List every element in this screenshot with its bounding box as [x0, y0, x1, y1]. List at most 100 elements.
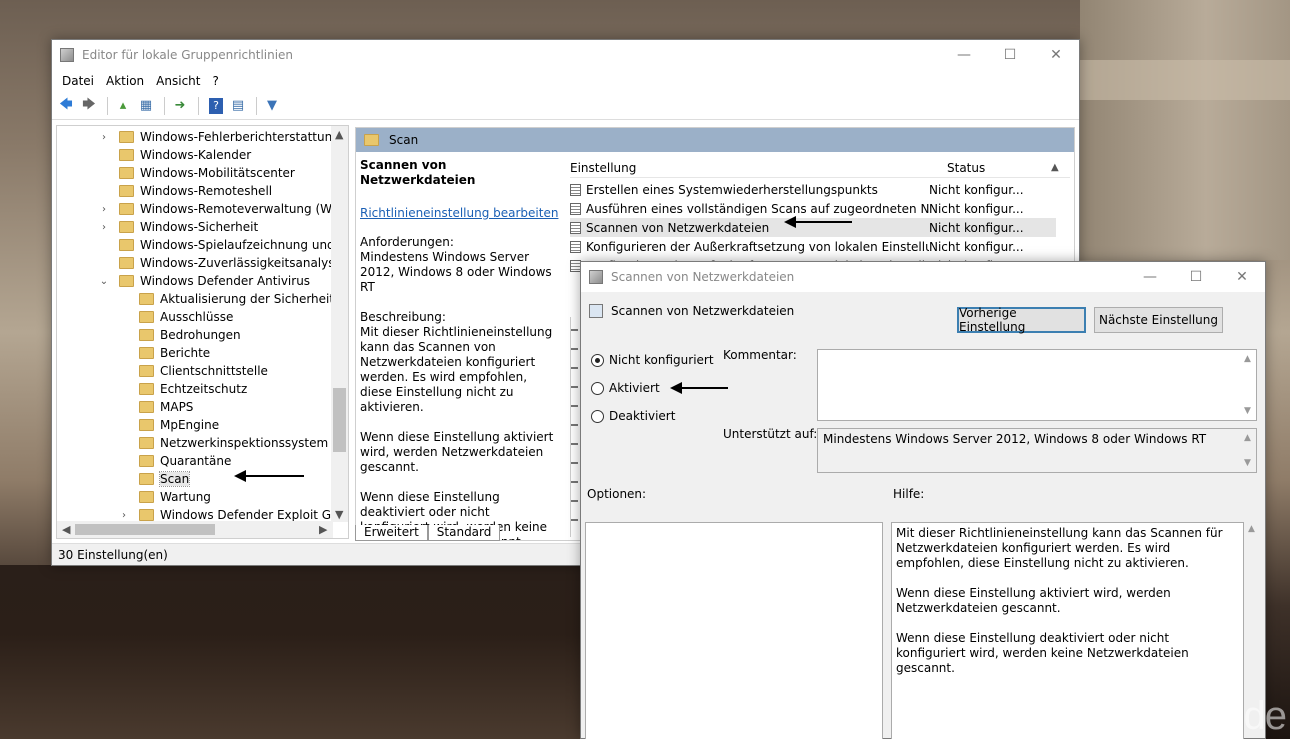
expand-chevron-icon[interactable]: › — [97, 132, 111, 143]
forward-icon[interactable]: 🡆 — [79, 96, 99, 116]
radio-dot[interactable] — [591, 409, 604, 423]
tab-erweitert[interactable]: Erweitert — [355, 525, 428, 541]
tree-horizontal-scrollbar[interactable]: ◀ ▶ — [57, 521, 333, 538]
scroll-right-icon[interactable]: ▶ — [319, 523, 327, 536]
titlebar[interactable]: Editor für lokale Gruppenrichtlinien — ☐… — [52, 40, 1079, 70]
policy-row[interactable]: Erstellen eines Systemwiederherstellungs… — [570, 180, 1056, 199]
view-tabs: Erweitert Standard — [355, 525, 501, 542]
radio-disabled[interactable]: Deaktiviert — [591, 409, 675, 423]
folder-icon — [139, 329, 154, 341]
radio-enabled[interactable]: Aktiviert — [591, 381, 660, 395]
policy-row[interactable]: Konfigurieren der Außerkraftsetzung von … — [570, 237, 1056, 256]
supported-field[interactable]: Mindestens Windows Server 2012, Windows … — [817, 428, 1257, 473]
tree-item[interactable]: Aktualisierung der Sicherheits — [139, 290, 340, 308]
watermark: Deskmodder.de — [1018, 694, 1287, 738]
tree-item[interactable]: Netzwerkinspektionssystem — [139, 434, 328, 452]
radio-dot[interactable] — [591, 381, 604, 395]
tree-item[interactable]: Windows-Kalender — [119, 146, 251, 164]
minimize-button[interactable]: — — [1127, 262, 1173, 292]
filter-icon[interactable]: ▼ — [262, 96, 282, 116]
radio-dot-selected[interactable] — [591, 353, 604, 367]
tree-item[interactable]: ⌄ Windows Defender Antivirus — [100, 272, 311, 290]
close-button[interactable]: ✕ — [1033, 40, 1079, 70]
tree-item[interactable]: Wartung — [139, 488, 211, 506]
back-icon[interactable]: 🡄 — [56, 96, 76, 116]
expand-chevron-icon[interactable]: › — [97, 222, 111, 233]
policy-name: Erstellen eines Systemwiederherstellungs… — [586, 182, 878, 197]
scroll-left-icon[interactable]: ◀ — [62, 523, 70, 536]
background-lamp — [1080, 0, 1290, 260]
expand-chevron-icon[interactable]: ⌄ — [97, 276, 111, 287]
menu-aktion[interactable]: Aktion — [100, 74, 150, 88]
next-setting-button[interactable]: Nächste Einstellung — [1094, 307, 1223, 333]
folder-icon — [139, 383, 154, 395]
column-status[interactable]: Status — [913, 161, 1013, 175]
help-paragraph: Wenn diese Einstellung aktiviert wird, w… — [896, 586, 1171, 615]
tree-item[interactable]: Windows-Mobilitätscenter — [119, 164, 295, 182]
policy-row[interactable]: Ausführen eines vollständigen Scans auf … — [570, 199, 1056, 218]
comment-label: Kommentar: — [723, 348, 797, 362]
scroll-up-icon[interactable]: ▲ — [335, 128, 343, 141]
supported-scrollbar[interactable]: ▲ ▼ — [1241, 429, 1256, 472]
annotation-arrow — [234, 470, 304, 482]
tree-item[interactable]: Echtzeitschutz — [139, 380, 247, 398]
tree-item[interactable]: MpEngine — [139, 416, 219, 434]
tree-item[interactable]: › Windows-Sicherheit — [102, 218, 258, 236]
menu-help[interactable]: ? — [206, 74, 224, 88]
policy-dialog: Scannen von Netzwerkdateien — ☐ ✕ Scanne… — [580, 261, 1266, 739]
tree-item-label: Windows Defender Antivirus — [140, 274, 311, 288]
radio-label: Nicht konfiguriert — [609, 353, 714, 367]
tab-standard[interactable]: Standard — [427, 525, 501, 541]
folder-icon — [139, 293, 154, 305]
expand-chevron-icon[interactable]: › — [97, 204, 111, 215]
show-hide-tree-icon[interactable]: ▦ — [136, 96, 156, 116]
scroll-down-icon[interactable]: ▼ — [335, 508, 343, 521]
tree-item[interactable]: Clientschnittstelle — [139, 362, 268, 380]
minimize-button[interactable]: — — [941, 40, 987, 70]
close-button[interactable]: ✕ — [1219, 262, 1265, 292]
previous-setting-button[interactable]: Vorherige Einstellung — [957, 306, 1086, 334]
tree-item[interactable]: MAPS — [139, 398, 193, 416]
folder-icon — [119, 221, 134, 233]
tree-vertical-scrollbar[interactable]: ▲ ▼ — [331, 126, 348, 522]
tree-item[interactable]: Ausschlüsse — [139, 308, 233, 326]
properties-icon[interactable]: ▤ — [228, 96, 248, 116]
help-icon[interactable]: ? — [209, 97, 223, 114]
column-setting[interactable]: Einstellung — [570, 161, 913, 175]
tree-item[interactable]: Windows-Zuverlässigkeitsanalyse — [119, 254, 342, 272]
radio-not-configured[interactable]: Nicht konfiguriert — [591, 353, 714, 367]
tree-item[interactable]: Quarantäne — [139, 452, 231, 470]
navigation-tree[interactable]: › Windows-Fehlerberichterstattung Windows-… — [56, 125, 349, 539]
tree-item[interactable]: Windows-Remoteshell — [119, 182, 272, 200]
options-label: Optionen: — [587, 487, 647, 501]
tree-item[interactable]: › Windows-Fehlerberichterstattung — [102, 128, 340, 146]
maximize-button[interactable]: ☐ — [1173, 262, 1219, 292]
tree-item-label: Windows-Remoteverwaltung (Wi — [140, 202, 336, 216]
up-folder-icon[interactable]: ▴ — [113, 96, 133, 116]
expand-chevron-icon[interactable]: › — [117, 510, 131, 521]
tree-item[interactable]: Berichte — [139, 344, 210, 362]
scroll-thumb[interactable] — [333, 388, 346, 452]
menu-datei[interactable]: Datei — [56, 74, 100, 88]
comment-field[interactable]: ▲ ▼ — [817, 349, 1257, 421]
policy-title: Scannen von Netzwerkdateien — [360, 158, 476, 187]
tree-item-label: Wartung — [160, 490, 211, 504]
folder-icon — [364, 134, 379, 146]
export-list-icon[interactable]: ➜ — [170, 96, 190, 116]
tree-item[interactable]: Windows-Spielaufzeichnung und — [119, 236, 335, 254]
edit-policy-link[interactable]: Richtlinieneinstellung bearbeiten — [360, 206, 562, 221]
requirements-text: Anforderungen: Mindestens Windows Server… — [360, 235, 552, 294]
toolbar-separator — [107, 96, 108, 115]
setting-heading: Scannen von Netzwerkdateien — [589, 304, 794, 318]
comment-scrollbar[interactable]: ▲ ▼ — [1241, 350, 1256, 420]
help-scroll-up-icon[interactable]: ▲ — [1248, 524, 1255, 534]
dialog-titlebar[interactable]: Scannen von Netzwerkdateien — ☐ ✕ — [581, 262, 1265, 292]
tree-item[interactable]: Scan — [139, 470, 191, 488]
menu-ansicht[interactable]: Ansicht — [150, 74, 206, 88]
maximize-button[interactable]: ☐ — [987, 40, 1033, 70]
tree-item[interactable]: › Windows-Remoteverwaltung (Wi — [102, 200, 336, 218]
scroll-thumb[interactable] — [75, 524, 215, 535]
list-scroll-up-icon[interactable]: ▲ — [1051, 162, 1059, 173]
policy-setting-icon — [570, 202, 581, 215]
tree-item[interactable]: Bedrohungen — [139, 326, 241, 344]
